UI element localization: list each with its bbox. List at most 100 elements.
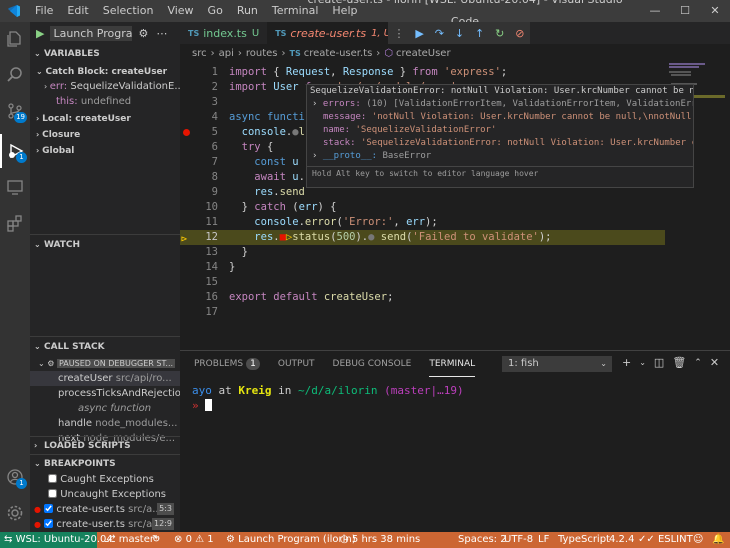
trash-icon[interactable]: 🗑 bbox=[672, 356, 686, 370]
hover-row-name[interactable]: name: 'SequelizeValidationError' bbox=[307, 124, 693, 137]
callstack-frame[interactable]: handle node_modules... bbox=[30, 416, 180, 431]
callstack-frame[interactable]: createUser src/api/ro... bbox=[30, 371, 180, 386]
wakatime-indicator[interactable]: ◷ 5 hrs 38 mins bbox=[340, 532, 420, 548]
tree-item-err[interactable]: › err: SequelizeValidationE... bbox=[30, 79, 180, 94]
loaded-scripts-header[interactable]: › LOADED SCRIPTS bbox=[30, 436, 180, 454]
account-icon[interactable]: 1 bbox=[0, 460, 30, 494]
menu-run[interactable]: Run bbox=[230, 0, 265, 22]
menu-file[interactable]: File bbox=[28, 0, 60, 22]
drag-handle-icon[interactable]: ⋮ bbox=[393, 27, 404, 40]
callstack-frame[interactable]: processTicksAndRejections bbox=[30, 386, 180, 401]
breadcrumb-src[interactable]: src bbox=[192, 48, 207, 59]
step-into-icon[interactable]: ↓ bbox=[455, 27, 464, 40]
gear-icon[interactable]: ⚙ bbox=[138, 27, 148, 40]
caught-exceptions-checkbox[interactable] bbox=[48, 474, 57, 483]
sync-icon[interactable]: ↻ bbox=[152, 532, 160, 548]
breadcrumb-api[interactable]: api bbox=[219, 48, 234, 59]
terminal-select[interactable]: 1: fish ⌄ bbox=[502, 356, 612, 372]
tab-problems[interactable]: PROBLEMS 1 bbox=[194, 351, 260, 377]
close-panel-icon[interactable]: ✕ bbox=[710, 356, 719, 370]
code-line[interactable]: 15 bbox=[180, 275, 665, 290]
callstack-thread[interactable]: ⌄ ⚙ PAUSED ON DEBUGGER ST... bbox=[30, 356, 180, 371]
breadcrumb-file[interactable]: create-user.ts bbox=[304, 48, 373, 59]
ts-version-indicator[interactable]: 4.2.4 bbox=[609, 532, 634, 548]
breakpoint-caught-exceptions[interactable]: Caught Exceptions bbox=[30, 472, 180, 487]
breakpoint-item[interactable]: ● create-user.ts src/a... 12:9 bbox=[30, 517, 180, 532]
code-line[interactable]: 11 console.error('Error:', err); bbox=[180, 215, 665, 230]
encoding-indicator[interactable]: UTF-8 bbox=[504, 532, 533, 548]
breadcrumb-symbol[interactable]: createUser bbox=[396, 48, 451, 59]
maximize-button[interactable]: ☐ bbox=[670, 0, 700, 22]
branch-indicator[interactable]: ⎇ master* bbox=[104, 532, 159, 548]
tab-output[interactable]: OUTPUT bbox=[278, 351, 315, 377]
tab-index-ts[interactable]: TS index.ts U bbox=[180, 22, 267, 44]
menu-view[interactable]: View bbox=[160, 0, 200, 22]
breakpoint-icon[interactable] bbox=[183, 129, 190, 136]
tree-item-catch-block[interactable]: ⌄ Catch Block: createUser bbox=[30, 64, 180, 79]
search-icon[interactable] bbox=[0, 58, 30, 92]
tree-item-this[interactable]: this: undefined bbox=[30, 94, 180, 109]
code-line[interactable]: 14} bbox=[180, 260, 665, 275]
eol-indicator[interactable]: LF bbox=[538, 532, 549, 548]
extensions-icon[interactable] bbox=[0, 206, 30, 240]
breakpoint-checkbox[interactable] bbox=[44, 504, 54, 513]
more-icon[interactable]: ⋯ bbox=[156, 27, 167, 40]
language-indicator[interactable]: TypeScript bbox=[558, 532, 610, 548]
call-stack-header[interactable]: ⌄ CALL STACK bbox=[30, 336, 180, 356]
feedback-icon[interactable]: ☺ bbox=[693, 532, 703, 548]
tree-item-global[interactable]: › Global bbox=[30, 143, 180, 158]
variables-header[interactable]: ⌄ VARIABLES bbox=[30, 44, 180, 64]
breakpoints-header[interactable]: ⌄ BREAKPOINTS bbox=[30, 454, 180, 472]
menu-selection[interactable]: Selection bbox=[96, 0, 161, 22]
tab-create-user-ts[interactable]: TS create-user.ts 1, U bbox=[267, 22, 400, 44]
minimize-button[interactable]: — bbox=[640, 0, 670, 22]
eslint-indicator[interactable]: ✓✓ ESLINT bbox=[638, 532, 693, 548]
hover-row-proto[interactable]: › __proto__: BaseError bbox=[307, 150, 693, 163]
tree-item-local[interactable]: › Local: createUser bbox=[30, 111, 180, 126]
menu-edit[interactable]: Edit bbox=[60, 0, 95, 22]
debug-hover-widget[interactable]: SequelizeValidationError: notNull Violat… bbox=[306, 84, 694, 188]
remote-indicator[interactable]: ⇆ WSL: Ubuntu-20.04 bbox=[0, 532, 113, 548]
problems-indicator[interactable]: ⊗ 0 ⚠ 1 bbox=[174, 532, 214, 548]
disconnect-icon[interactable]: ⊘ bbox=[515, 27, 524, 40]
code-line[interactable]: 12 ⊳ res.■▷status(500).● send('Failed to … bbox=[180, 230, 665, 245]
split-terminal-icon[interactable]: ◫ bbox=[654, 356, 664, 370]
menu-go[interactable]: Go bbox=[201, 0, 230, 22]
run-debug-icon[interactable]: 1 bbox=[0, 134, 30, 168]
explorer-icon[interactable] bbox=[0, 22, 30, 56]
breakpoint-uncaught-exceptions[interactable]: Uncaught Exceptions bbox=[30, 487, 180, 502]
code-line[interactable]: 1 import { Request, Response } from 'expr… bbox=[180, 65, 665, 80]
code-line[interactable]: 13 } bbox=[180, 245, 665, 260]
settings-gear-icon[interactable] bbox=[0, 496, 30, 530]
tree-item-closure[interactable]: › Closure bbox=[30, 127, 180, 142]
restart-icon[interactable]: ↻ bbox=[495, 27, 504, 40]
indentation-indicator[interactable]: Spaces: 2 bbox=[458, 532, 507, 548]
code-line[interactable]: 10 } catch (err) { bbox=[180, 200, 665, 215]
notifications-bell-icon[interactable]: 🔔 bbox=[712, 532, 724, 548]
launch-indicator[interactable]: ⚙ Launch Program (ilorin) bbox=[226, 532, 356, 548]
breakpoint-checkbox[interactable] bbox=[44, 519, 54, 528]
breakpoint-item[interactable]: ● create-user.ts src/a... 5:3 bbox=[30, 502, 180, 517]
chevron-down-icon[interactable]: ⌄ bbox=[639, 356, 646, 370]
code-line[interactable]: 16 export default createUser; bbox=[180, 290, 665, 305]
hover-row-message[interactable]: message: 'notNull Violation: User.krcNum… bbox=[307, 111, 693, 124]
watch-header[interactable]: ⌄ WATCH bbox=[30, 234, 180, 254]
launch-config-select[interactable]: Launch Program bbox=[50, 25, 133, 41]
tab-debug-console[interactable]: DEBUG CONSOLE bbox=[333, 351, 412, 377]
hover-row-stack[interactable]: stack: 'SequelizeValidationError: notNul… bbox=[307, 137, 693, 150]
step-over-icon[interactable]: ↷ bbox=[435, 27, 444, 40]
code-line[interactable]: 17 bbox=[180, 305, 665, 320]
source-control-icon[interactable]: 19 bbox=[0, 94, 30, 128]
maximize-panel-icon[interactable]: ⌃ bbox=[694, 356, 702, 370]
close-button[interactable]: ✕ bbox=[700, 0, 730, 22]
step-out-icon[interactable]: ↑ bbox=[475, 27, 484, 40]
add-terminal-icon[interactable]: + bbox=[622, 356, 631, 370]
remote-explorer-icon[interactable] bbox=[0, 170, 30, 204]
breadcrumb-routes[interactable]: routes bbox=[246, 48, 278, 59]
continue-icon[interactable]: ▶ bbox=[415, 27, 423, 40]
terminal-output[interactable]: ayo at Kreig in ~/d/a/ilorin (master|…19… bbox=[180, 377, 730, 413]
tab-terminal[interactable]: TERMINAL bbox=[429, 351, 476, 377]
hover-row-errors[interactable]: › errors: (10) [ValidationErrorItem, Val… bbox=[307, 98, 693, 111]
start-debugging-icon[interactable]: ▶ bbox=[36, 27, 44, 40]
uncaught-exceptions-checkbox[interactable] bbox=[48, 489, 57, 498]
